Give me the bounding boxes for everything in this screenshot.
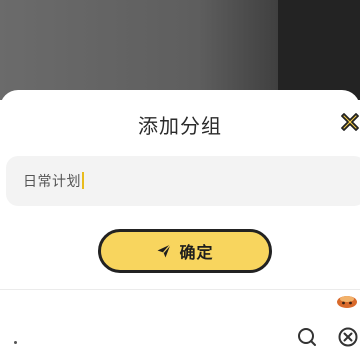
group-name-field[interactable]: 日常计划 bbox=[23, 171, 84, 191]
clear-icon bbox=[338, 327, 358, 347]
clear-button[interactable] bbox=[337, 326, 359, 348]
send-icon bbox=[157, 244, 172, 258]
divider bbox=[0, 289, 360, 290]
emoji-face-icon bbox=[337, 296, 357, 308]
add-group-sheet: 添加分组 日常计划 确定 bbox=[0, 90, 360, 360]
emoji-avatar[interactable] bbox=[336, 293, 358, 308]
confirm-button[interactable]: 确定 bbox=[98, 229, 272, 273]
group-name-input[interactable]: 日常计划 bbox=[6, 156, 360, 206]
confirm-button-content: 确定 bbox=[101, 232, 269, 270]
screen: 添加分组 日常计划 确定 bbox=[0, 0, 360, 360]
confirm-button-label: 确定 bbox=[179, 243, 214, 262]
bottom-dot bbox=[14, 341, 17, 344]
close-icon bbox=[341, 113, 359, 131]
search-button[interactable] bbox=[296, 326, 318, 348]
text-caret bbox=[82, 172, 84, 189]
close-button[interactable] bbox=[338, 110, 360, 134]
background-dark-panel bbox=[278, 0, 360, 100]
dialog-title: 添加分组 bbox=[138, 114, 222, 138]
group-name-value: 日常计划 bbox=[23, 174, 81, 190]
search-icon bbox=[298, 328, 316, 346]
